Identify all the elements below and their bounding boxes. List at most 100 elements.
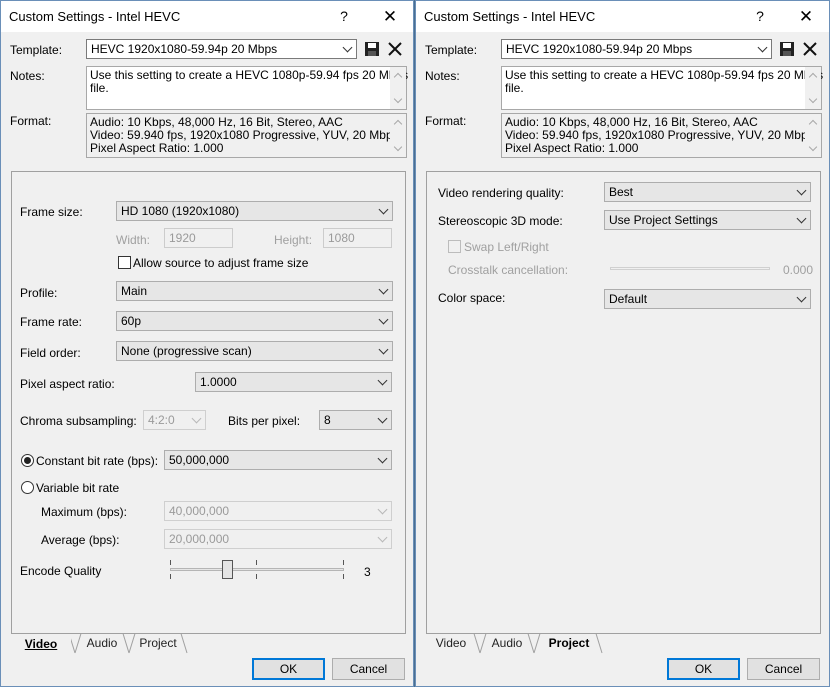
chevron-down-icon bbox=[377, 413, 388, 424]
chevron-down-icon bbox=[796, 185, 807, 196]
frame-rate-label: Frame rate: bbox=[20, 315, 83, 329]
frame-size-dropdown[interactable]: HD 1080 (1920x1080) bbox=[116, 201, 393, 221]
close-button[interactable]: ✕ bbox=[783, 1, 829, 32]
frame-rate-dropdown[interactable]: 60p bbox=[116, 311, 393, 331]
width-field[interactable]: 1920 bbox=[164, 228, 233, 248]
crosstalk-value: 0.000 bbox=[783, 263, 814, 277]
chevron-down-icon bbox=[757, 42, 768, 53]
constant-bitrate-dropdown[interactable]: 50,000,000 bbox=[164, 450, 392, 470]
notes-textarea[interactable]: Use this setting to create a HEVC 1080p-… bbox=[86, 66, 409, 110]
pixel-aspect-dropdown[interactable]: 1.0000 bbox=[195, 372, 392, 392]
field-order-dropdown[interactable]: None (progressive scan) bbox=[116, 341, 393, 361]
bits-per-pixel-dropdown[interactable]: 8 bbox=[319, 410, 392, 430]
tab-video[interactable]: Video bbox=[11, 633, 71, 653]
cancel-button[interactable]: Cancel bbox=[747, 658, 820, 680]
video-settings-panel: Frame size: HD 1080 (1920x1080) Width: 1… bbox=[11, 171, 406, 634]
help-button[interactable]: ? bbox=[321, 1, 367, 32]
slider-tick bbox=[256, 574, 257, 579]
slider-tick bbox=[343, 574, 344, 579]
frame-size-label: Frame size: bbox=[20, 205, 83, 219]
cancel-button[interactable]: Cancel bbox=[332, 658, 405, 680]
close-button[interactable]: ✕ bbox=[367, 1, 413, 32]
scroll-down-icon[interactable] bbox=[393, 142, 403, 152]
notes-label: Notes: bbox=[10, 69, 45, 83]
color-space-label: Color space: bbox=[438, 291, 506, 305]
template-dropdown[interactable]: HEVC 1920x1080-59.94p 20 Mbps bbox=[501, 39, 772, 59]
radio-dot bbox=[24, 457, 31, 464]
custom-settings-dialog-project: Custom Settings - Intel HEVC ? ✕ Templat… bbox=[415, 0, 830, 687]
height-field[interactable]: 1080 bbox=[323, 228, 392, 248]
format-scrollbar[interactable] bbox=[805, 114, 821, 157]
format-scrollbar[interactable] bbox=[390, 114, 406, 157]
bits-per-pixel-label: Bits per pixel: bbox=[228, 414, 301, 428]
help-button[interactable]: ? bbox=[737, 1, 783, 32]
scroll-up-icon[interactable] bbox=[393, 72, 403, 82]
height-label: Height: bbox=[274, 233, 313, 247]
frame-rate-value: 60p bbox=[121, 314, 142, 328]
chevron-down-icon bbox=[377, 504, 388, 515]
maximum-dropdown[interactable]: 40,000,000 bbox=[164, 501, 392, 521]
scroll-down-icon[interactable] bbox=[808, 94, 818, 104]
chroma-dropdown[interactable]: 4:2:0 bbox=[143, 410, 206, 430]
constant-bitrate-radio[interactable] bbox=[21, 454, 34, 467]
bits-per-pixel-value: 8 bbox=[324, 413, 331, 427]
average-dropdown[interactable]: 20,000,000 bbox=[164, 529, 392, 549]
tab-project[interactable]: Project bbox=[538, 633, 600, 653]
notes-line: Use this setting to create a HEVC 1080p-… bbox=[505, 68, 824, 82]
ok-button[interactable]: OK bbox=[252, 658, 325, 680]
slider-tick bbox=[343, 560, 344, 565]
scroll-up-icon[interactable] bbox=[808, 119, 818, 129]
save-icon[interactable] bbox=[779, 41, 795, 57]
save-icon[interactable] bbox=[364, 41, 380, 57]
scroll-up-icon[interactable] bbox=[393, 119, 403, 129]
template-value: HEVC 1920x1080-59.94p 20 Mbps bbox=[506, 42, 693, 56]
swap-left-right-checkbox[interactable] bbox=[448, 240, 461, 253]
notes-label: Notes: bbox=[425, 69, 460, 83]
render-quality-value: Best bbox=[609, 185, 634, 199]
notes-textarea[interactable]: Use this setting to create a HEVC 1080p-… bbox=[501, 66, 824, 110]
field-order-value: None (progressive scan) bbox=[121, 344, 252, 358]
crosstalk-slider[interactable] bbox=[610, 267, 770, 270]
width-label: Width: bbox=[116, 233, 151, 247]
render-quality-dropdown[interactable]: Best bbox=[604, 182, 811, 202]
notes-scrollbar[interactable] bbox=[805, 67, 821, 109]
notes-line: file. bbox=[505, 81, 524, 95]
variable-bitrate-radio[interactable] bbox=[21, 481, 34, 494]
slider-track[interactable] bbox=[170, 568, 344, 571]
pixel-aspect-label: Pixel aspect ratio: bbox=[20, 377, 115, 391]
constant-bitrate-label: Constant bit rate (bps): bbox=[36, 454, 159, 468]
chevron-down-icon bbox=[377, 453, 388, 464]
chevron-down-icon bbox=[378, 284, 389, 295]
template-value: HEVC 1920x1080-59.94p 20 Mbps bbox=[91, 42, 278, 56]
allow-source-checkbox[interactable] bbox=[118, 256, 131, 269]
color-space-dropdown[interactable]: Default bbox=[604, 289, 811, 309]
swap-left-right-label: Swap Left/Right bbox=[464, 240, 549, 254]
stereoscopic-label: Stereoscopic 3D mode: bbox=[438, 214, 563, 228]
scroll-up-icon[interactable] bbox=[808, 72, 818, 82]
dialog-title: Custom Settings - Intel HEVC bbox=[9, 9, 181, 24]
dialog-title: Custom Settings - Intel HEVC bbox=[424, 9, 596, 24]
tab-audio[interactable]: Audio bbox=[482, 633, 532, 653]
slider-tick bbox=[170, 574, 171, 579]
slider-tick bbox=[170, 560, 171, 565]
template-dropdown[interactable]: HEVC 1920x1080-59.94p 20 Mbps bbox=[86, 39, 357, 59]
custom-settings-dialog-video: Custom Settings - Intel HEVC ? ✕ Templat… bbox=[0, 0, 414, 687]
scroll-down-icon[interactable] bbox=[393, 94, 403, 104]
encode-quality-label: Encode Quality bbox=[20, 564, 102, 578]
scroll-down-icon[interactable] bbox=[808, 142, 818, 152]
slider-thumb[interactable] bbox=[222, 560, 233, 579]
encode-quality-value: 3 bbox=[364, 565, 371, 579]
delete-icon[interactable] bbox=[802, 41, 818, 57]
ok-button[interactable]: OK bbox=[667, 658, 740, 680]
stereoscopic-dropdown[interactable]: Use Project Settings bbox=[604, 210, 811, 230]
tab-project[interactable]: Project bbox=[131, 633, 185, 653]
delete-icon[interactable] bbox=[387, 41, 403, 57]
tab-audio[interactable]: Audio bbox=[77, 633, 127, 653]
template-label: Template: bbox=[425, 43, 478, 57]
profile-dropdown[interactable]: Main bbox=[116, 281, 393, 301]
notes-scrollbar[interactable] bbox=[390, 67, 406, 109]
tab-video[interactable]: Video bbox=[426, 633, 476, 653]
notes-line: Use this setting to create a HEVC 1080p-… bbox=[90, 68, 409, 82]
crosstalk-label: Crosstalk cancellation: bbox=[448, 263, 569, 277]
color-space-value: Default bbox=[609, 292, 648, 306]
